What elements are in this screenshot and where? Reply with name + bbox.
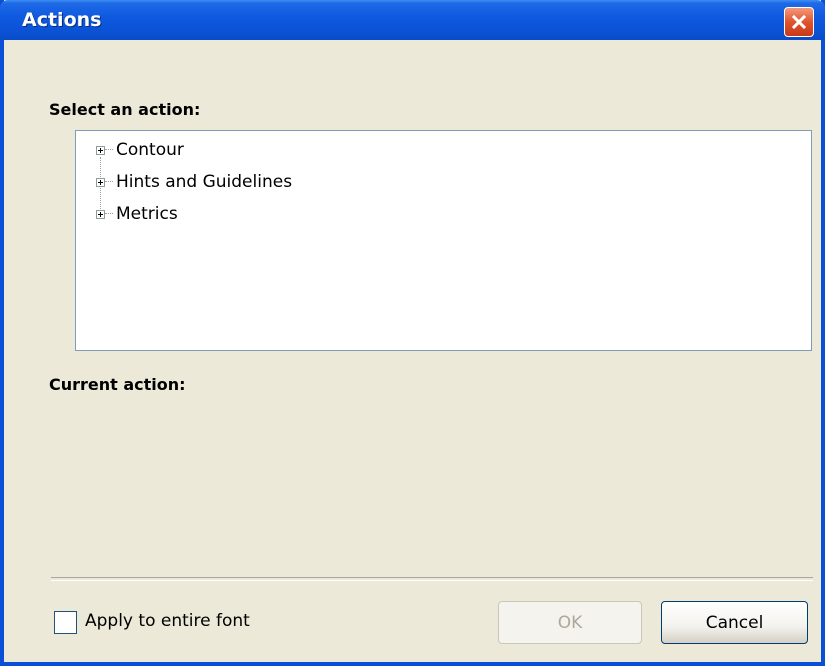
tree-item-label: Metrics	[116, 204, 178, 224]
tree-item-metrics[interactable]: Metrics	[96, 203, 178, 225]
title-bar: Actions	[0, 0, 825, 40]
actions-dialog: Actions Select an action: Contour Hints …	[0, 0, 825, 666]
tree-item-hints-and-guidelines[interactable]: Hints and Guidelines	[96, 171, 292, 193]
ok-button[interactable]: OK	[498, 601, 642, 644]
tree-item-label: Contour	[116, 140, 184, 160]
expand-plus-icon[interactable]	[96, 177, 105, 187]
footer-separator	[51, 577, 813, 581]
apply-to-entire-font-checkbox[interactable]	[54, 611, 77, 634]
action-tree[interactable]: Contour Hints and Guidelines Metrics	[75, 130, 812, 351]
tree-branch-line	[105, 149, 113, 151]
tree-item-contour[interactable]: Contour	[96, 139, 184, 161]
expand-plus-icon[interactable]	[96, 145, 105, 155]
window-title: Actions	[22, 9, 102, 31]
select-action-label: Select an action:	[49, 100, 201, 119]
cancel-button[interactable]: Cancel	[661, 601, 808, 644]
current-action-label: Current action:	[49, 375, 186, 394]
apply-to-entire-font-label[interactable]: Apply to entire font	[85, 611, 250, 631]
tree-item-label: Hints and Guidelines	[116, 172, 293, 192]
close-icon	[791, 14, 807, 30]
tree-branch-line	[105, 181, 113, 183]
expand-plus-icon[interactable]	[96, 209, 105, 219]
close-button[interactable]	[784, 7, 814, 37]
tree-branch-line	[105, 213, 113, 215]
